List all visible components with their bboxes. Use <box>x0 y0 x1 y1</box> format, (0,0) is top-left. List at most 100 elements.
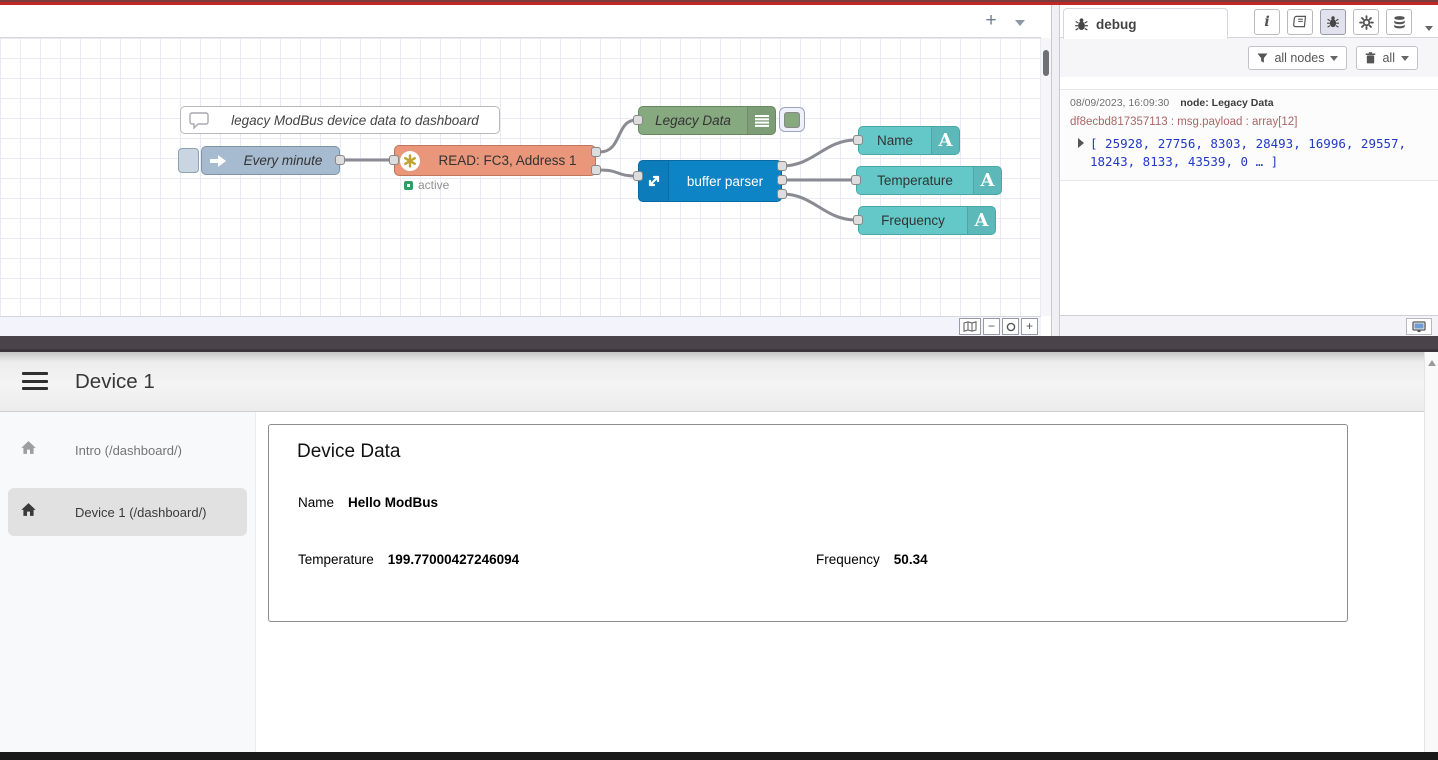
field-name: NameHello ModBus <box>298 495 438 510</box>
debug-filter-button[interactable]: all nodes <box>1248 46 1347 70</box>
debug-input-port[interactable] <box>633 115 643 125</box>
text-widget-icon: A <box>967 207 995 234</box>
zoom-out-button[interactable]: − <box>983 318 1000 335</box>
scroll-up-arrow[interactable] <box>1428 360 1436 366</box>
debug-message[interactable]: 08/09/2023, 16:09:30 node: Legacy Data d… <box>1060 89 1438 181</box>
debug-message-payload: [ 25928, 27756, 8303, 28493, 16996, 2955… <box>1090 135 1428 171</box>
debug-sidebar: debug i <box>1060 5 1438 336</box>
inject-trigger-button[interactable] <box>178 148 199 173</box>
dashboard-main: Device Data NameHello ModBus Temperature… <box>256 412 1424 752</box>
window-divider <box>0 336 1438 352</box>
inject-node[interactable]: Every minute <box>201 146 340 175</box>
navigator-button[interactable] <box>959 318 981 335</box>
comment-node[interactable]: legacy ModBus device data to dashboard <box>180 106 500 134</box>
debug-footer-bar <box>1060 315 1438 336</box>
modbus-input-port[interactable] <box>389 155 399 165</box>
canvas-scrollbar-thumb[interactable] <box>1043 50 1049 76</box>
device-data-card: Device Data NameHello ModBus Temperature… <box>268 424 1348 622</box>
buffer-parser-icon <box>639 161 669 201</box>
dashboard-scrollbar[interactable] <box>1424 352 1438 752</box>
chevron-down-icon <box>1330 56 1338 61</box>
expand-payload-icon[interactable] <box>1078 138 1084 148</box>
bug-icon <box>1074 17 1089 32</box>
ui-text-node-temperature[interactable]: Temperature A <box>856 166 1002 195</box>
open-debug-window-button[interactable] <box>1406 318 1432 335</box>
debug-toolbar: all nodes all <box>1060 38 1438 77</box>
parser-output-port-2[interactable] <box>777 175 787 185</box>
zoom-in-button[interactable]: + <box>1021 318 1038 335</box>
inject-arrow-icon <box>209 153 227 169</box>
dashboard-window: Device 1 Intro (/dashboard/) <box>0 352 1438 752</box>
database-icon <box>1392 15 1407 30</box>
nav-item-intro[interactable]: Intro (/dashboard/) <box>0 426 255 474</box>
workspace-tab-bar: + <box>0 5 1041 38</box>
home-icon <box>20 440 37 460</box>
debug-message-source: node: Legacy Data <box>1180 97 1273 109</box>
menu-toggle-button[interactable] <box>22 372 48 392</box>
dashboard-sidebar: Intro (/dashboard/) Device 1 (/dashboard… <box>0 412 256 752</box>
flow-canvas[interactable]: legacy ModBus device data to dashboard E… <box>0 38 1041 316</box>
debug-tab-label: debug <box>1096 17 1137 32</box>
card-title: Device Data <box>297 441 401 463</box>
field-frequency: Frequency50.34 <box>816 552 928 567</box>
tab-debug[interactable]: debug <box>1063 8 1228 39</box>
nav-item-label: Intro (/dashboard/) <box>75 443 182 458</box>
debug-filter-label: all nodes <box>1274 51 1324 65</box>
nav-item-device-1[interactable]: Device 1 (/dashboard/) <box>8 488 247 536</box>
info-sidebar-button[interactable]: i <box>1254 9 1280 35</box>
gear-icon <box>1359 15 1374 30</box>
debug-clear-button[interactable]: all <box>1356 46 1418 70</box>
ui-name-input-port[interactable] <box>853 135 863 145</box>
zoom-reset-button[interactable] <box>1002 318 1019 335</box>
debug-node-legacy-data[interactable]: Legacy Data <box>638 106 776 135</box>
modbus-node-status: active <box>404 178 449 192</box>
dashboard-body: Intro (/dashboard/) Device 1 (/dashboard… <box>0 412 1438 752</box>
modbus-output-port-2[interactable] <box>591 165 601 175</box>
context-data-button[interactable] <box>1386 9 1412 35</box>
help-sidebar-button[interactable] <box>1287 9 1313 35</box>
canvas-footer-bar: − + <box>0 316 1041 336</box>
trash-icon <box>1365 52 1376 64</box>
debug-enable-toggle[interactable] <box>779 107 805 132</box>
page-title: Device 1 <box>75 370 155 394</box>
field-value: 199.77000427246094 <box>388 552 519 567</box>
debug-output-icon <box>747 107 775 134</box>
screen: + legacy ModBus device data to d <box>0 0 1438 760</box>
home-icon <box>20 502 37 522</box>
modbus-read-node-label: READ: FC3, Address 1 <box>420 153 595 168</box>
map-icon <box>963 321 977 332</box>
modbus-output-port-1[interactable] <box>591 147 601 157</box>
ui-temperature-input-port[interactable] <box>851 175 861 185</box>
add-flow-button[interactable]: + <box>979 10 1003 34</box>
config-nodes-button[interactable] <box>1353 9 1379 35</box>
sidebar-menu-button[interactable] <box>1425 18 1433 36</box>
debug-node-label: Legacy Data <box>639 113 747 128</box>
bug-icon <box>1326 15 1340 29</box>
buffer-parser-node[interactable]: buffer parser <box>638 160 782 202</box>
debug-sidebar-button[interactable] <box>1320 9 1346 35</box>
ui-text-temperature-label: Temperature <box>857 173 973 188</box>
parser-output-port-1[interactable] <box>777 161 787 171</box>
zoom-reset-icon <box>1006 322 1016 332</box>
modbus-read-node[interactable]: READ: FC3, Address 1 <box>394 145 596 176</box>
ui-frequency-input-port[interactable] <box>853 215 863 225</box>
ui-text-node-frequency[interactable]: Frequency A <box>858 206 996 235</box>
canvas-vertical-scrollbar[interactable] <box>1041 38 1051 316</box>
chevron-down-icon <box>1401 56 1409 61</box>
inject-node-label: Every minute <box>227 153 339 168</box>
ui-text-node-name[interactable]: Name A <box>858 126 960 155</box>
flow-list-button[interactable] <box>1015 13 1033 31</box>
field-label: Name <box>298 495 334 510</box>
inject-output-port[interactable] <box>335 155 345 165</box>
parser-output-port-3[interactable] <box>777 189 787 199</box>
sidebar-splitter[interactable] <box>1051 5 1060 336</box>
debug-enable-toggle-knob <box>784 112 800 128</box>
field-value: 50.34 <box>894 552 928 567</box>
modbus-status-text: active <box>418 178 449 192</box>
modbus-icon <box>400 151 420 171</box>
debug-tab-row: debug i <box>1060 5 1438 38</box>
nav-item-label: Device 1 (/dashboard/) <box>75 505 207 520</box>
book-icon <box>1293 15 1308 29</box>
bottom-edge-bar <box>0 752 1438 760</box>
parser-input-port[interactable] <box>633 171 643 181</box>
